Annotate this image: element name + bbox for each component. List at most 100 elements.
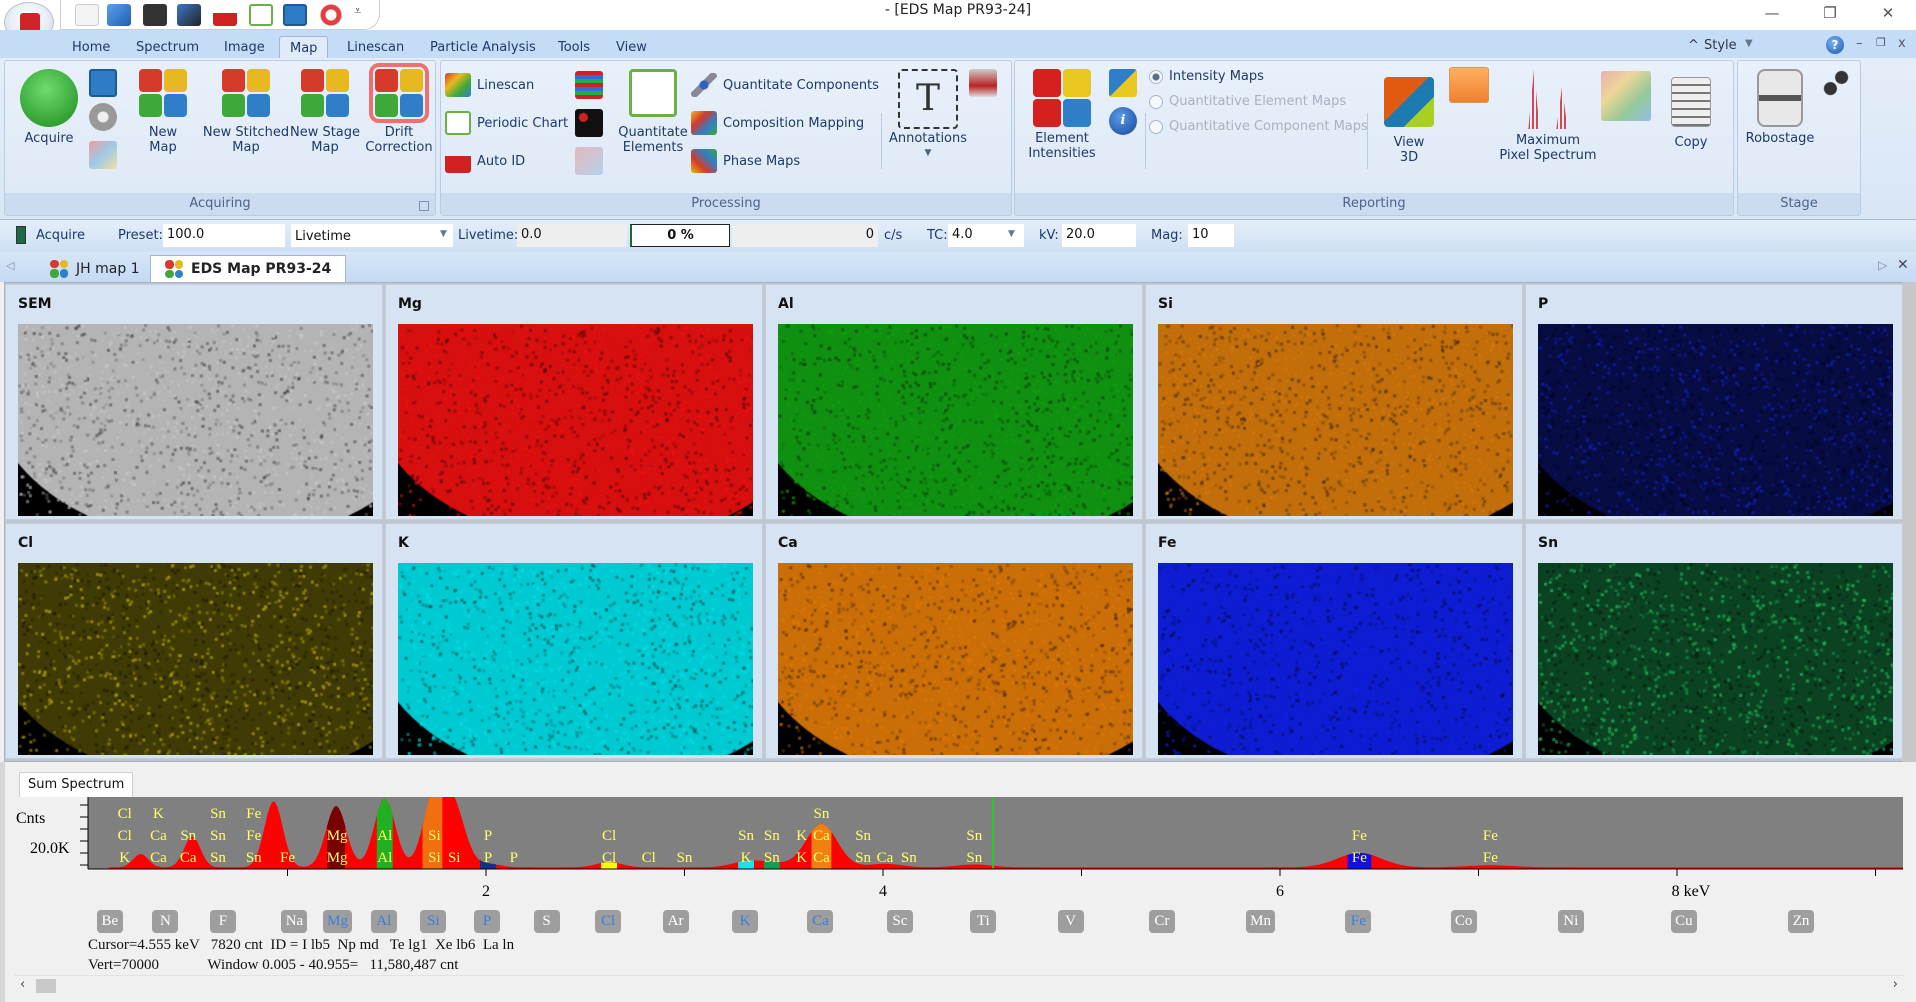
map-panel-p[interactable]: P bbox=[1525, 284, 1903, 520]
tab-spectrum[interactable]: Spectrum bbox=[126, 36, 209, 60]
radio-quantitative-component-maps[interactable]: Quantitative Component Maps bbox=[1149, 119, 1368, 134]
kv-input[interactable]: 20.0 bbox=[1062, 224, 1136, 247]
info-icon[interactable]: i bbox=[1109, 107, 1137, 135]
scroll-tabs-right-icon[interactable]: ▷ bbox=[1878, 258, 1887, 272]
tc-dropdown-icon[interactable]: ▼ bbox=[1008, 229, 1015, 239]
mode-dropdown-icon[interactable]: ▼ bbox=[440, 229, 447, 239]
element-button-mn[interactable]: Mn bbox=[1246, 910, 1275, 933]
element-button-na[interactable]: Na bbox=[281, 910, 308, 933]
quantitate-components-button[interactable]: Quantitate Components bbox=[691, 73, 879, 97]
mdi-restore-button[interactable]: ❐ bbox=[1876, 36, 1886, 49]
element-button-ca[interactable]: Ca bbox=[807, 910, 834, 933]
radio-intensity-maps[interactable]: Intensity Maps bbox=[1149, 69, 1264, 84]
dialog-launcher-icon[interactable] bbox=[419, 201, 429, 211]
maximum-pixel-spectrum-button[interactable]: Maximum Pixel Spectrum bbox=[1493, 69, 1603, 163]
map-panel-cl[interactable]: Cl bbox=[5, 523, 383, 759]
doc-tab-jh-map-1[interactable]: JH map 1 bbox=[36, 255, 154, 282]
map-panel-mg[interactable]: Mg bbox=[385, 284, 763, 520]
element-button-al[interactable]: Al bbox=[370, 910, 397, 933]
element-button-co[interactable]: Co bbox=[1450, 910, 1477, 933]
settings-gear-icon[interactable] bbox=[89, 103, 117, 131]
doc-tab-eds-map-pr93-24[interactable]: EDS Map PR93-24 bbox=[150, 255, 347, 282]
spectrum-overlay-toggle-icon[interactable] bbox=[1449, 67, 1489, 103]
annotations-button[interactable]: T Annotations ▼ bbox=[885, 69, 971, 161]
quantitate-elements-button[interactable]: Quantitate Elements bbox=[615, 69, 691, 155]
element-button-n[interactable]: N bbox=[152, 910, 179, 933]
sum-spectrum-tab[interactable]: Sum Spectrum bbox=[19, 772, 134, 797]
map-panel-al[interactable]: Al bbox=[765, 284, 1143, 520]
composition-mapping-button[interactable]: Composition Mapping bbox=[691, 111, 864, 135]
vertical-scrollbar[interactable] bbox=[1903, 282, 1916, 762]
tab-tools[interactable]: Tools bbox=[548, 36, 600, 60]
map-panel-fe[interactable]: Fe bbox=[1145, 523, 1523, 759]
element-button-mg[interactable]: Mg bbox=[323, 910, 352, 933]
annotations-dropdown-icon[interactable]: ▼ bbox=[885, 146, 971, 161]
spectrum-stack-icon[interactable] bbox=[575, 71, 603, 99]
element-map-image[interactable] bbox=[18, 324, 373, 516]
element-button-s[interactable]: S bbox=[533, 910, 560, 933]
minimize-button[interactable]: — bbox=[1752, 2, 1792, 24]
robostage-button[interactable]: Robostage bbox=[1742, 69, 1818, 146]
element-button-ar[interactable]: Ar bbox=[662, 910, 689, 933]
element-button-ti[interactable]: Ti bbox=[970, 910, 997, 933]
element-map-image[interactable] bbox=[778, 563, 1133, 755]
scroll-left-icon[interactable]: ‹ bbox=[20, 977, 25, 992]
tab-home[interactable]: Home bbox=[62, 36, 120, 60]
element-map-image[interactable] bbox=[398, 563, 753, 755]
element-button-sc[interactable]: Sc bbox=[886, 910, 913, 933]
map-panel-sn[interactable]: Sn bbox=[1525, 523, 1903, 759]
acquire-toolbar-button[interactable]: Acquire bbox=[36, 228, 85, 243]
tab-linescan[interactable]: Linescan bbox=[337, 36, 414, 60]
mdi-close-button[interactable]: x bbox=[1898, 36, 1906, 51]
element-map-image[interactable] bbox=[1538, 324, 1893, 516]
linescan-button[interactable]: Linescan bbox=[445, 73, 534, 97]
element-button-p[interactable]: P bbox=[473, 910, 500, 933]
style-dropdown-icon[interactable]: ▼ bbox=[1745, 38, 1753, 49]
element-button-si[interactable]: Si bbox=[420, 910, 447, 933]
element-button-k[interactable]: K bbox=[732, 910, 759, 933]
element-button-ni[interactable]: Ni bbox=[1557, 910, 1584, 933]
element-map-image[interactable] bbox=[18, 563, 373, 755]
map-panel-si[interactable]: Si bbox=[1145, 284, 1523, 520]
new-map-button[interactable]: New Map bbox=[131, 69, 195, 155]
close-document-icon[interactable]: ✕ bbox=[1897, 257, 1909, 273]
new-stitched-map-button[interactable]: New Stitched Map bbox=[201, 69, 291, 155]
horizontal-scrollbar[interactable]: ‹ › bbox=[14, 975, 1904, 995]
map-overlay-icon[interactable] bbox=[1109, 69, 1137, 97]
acquire-button[interactable]: Acquire bbox=[11, 69, 87, 146]
element-button-fe[interactable]: Fe bbox=[1345, 910, 1372, 933]
map-filter-icon[interactable] bbox=[575, 147, 603, 175]
phase-scatter-icon[interactable] bbox=[575, 109, 603, 137]
help-icon[interactable]: ? bbox=[1826, 36, 1844, 54]
report-settings-icon[interactable] bbox=[89, 69, 117, 97]
element-map-image[interactable] bbox=[398, 324, 753, 516]
scrollbar-thumb[interactable] bbox=[36, 979, 56, 993]
radio-quantitative-element-maps[interactable]: Quantitative Element Maps bbox=[1149, 94, 1346, 109]
mdi-minimize-button[interactable]: – bbox=[1856, 36, 1863, 51]
element-button-cu[interactable]: Cu bbox=[1670, 910, 1697, 933]
map-panel-sem[interactable]: SEM bbox=[5, 284, 383, 520]
element-button-zn[interactable]: Zn bbox=[1788, 910, 1815, 933]
tab-image[interactable]: Image bbox=[214, 36, 275, 60]
copy-button[interactable]: Copy bbox=[1655, 69, 1727, 150]
auto-id-button[interactable]: Auto ID bbox=[445, 149, 525, 173]
element-button-v[interactable]: V bbox=[1057, 910, 1084, 933]
element-map-image[interactable] bbox=[1538, 563, 1893, 755]
footsteps-icon[interactable] bbox=[1822, 69, 1850, 97]
tab-view[interactable]: View bbox=[606, 36, 657, 60]
drift-align-icon[interactable] bbox=[1601, 71, 1651, 121]
database-icon[interactable] bbox=[969, 69, 997, 97]
element-button-f[interactable]: F bbox=[209, 910, 236, 933]
new-stage-map-button[interactable]: New Stage Map bbox=[287, 69, 363, 155]
mode-select[interactable]: Livetime bbox=[291, 224, 453, 247]
element-button-be[interactable]: Be bbox=[96, 910, 123, 933]
scroll-tabs-left-icon[interactable]: ◁ bbox=[6, 259, 14, 272]
drift-correction-button[interactable]: Drift Correction bbox=[361, 63, 437, 155]
restore-button[interactable]: ❐ bbox=[1810, 2, 1850, 24]
tab-map[interactable]: Map bbox=[279, 36, 329, 60]
tab-particle-analysis[interactable]: Particle Analysis bbox=[420, 36, 546, 60]
map-panel-ca[interactable]: Ca bbox=[765, 523, 1143, 759]
phase-maps-button[interactable]: Phase Maps bbox=[691, 149, 800, 173]
element-map-image[interactable] bbox=[1158, 324, 1513, 516]
view-3d-button[interactable]: View 3D bbox=[1371, 69, 1447, 165]
